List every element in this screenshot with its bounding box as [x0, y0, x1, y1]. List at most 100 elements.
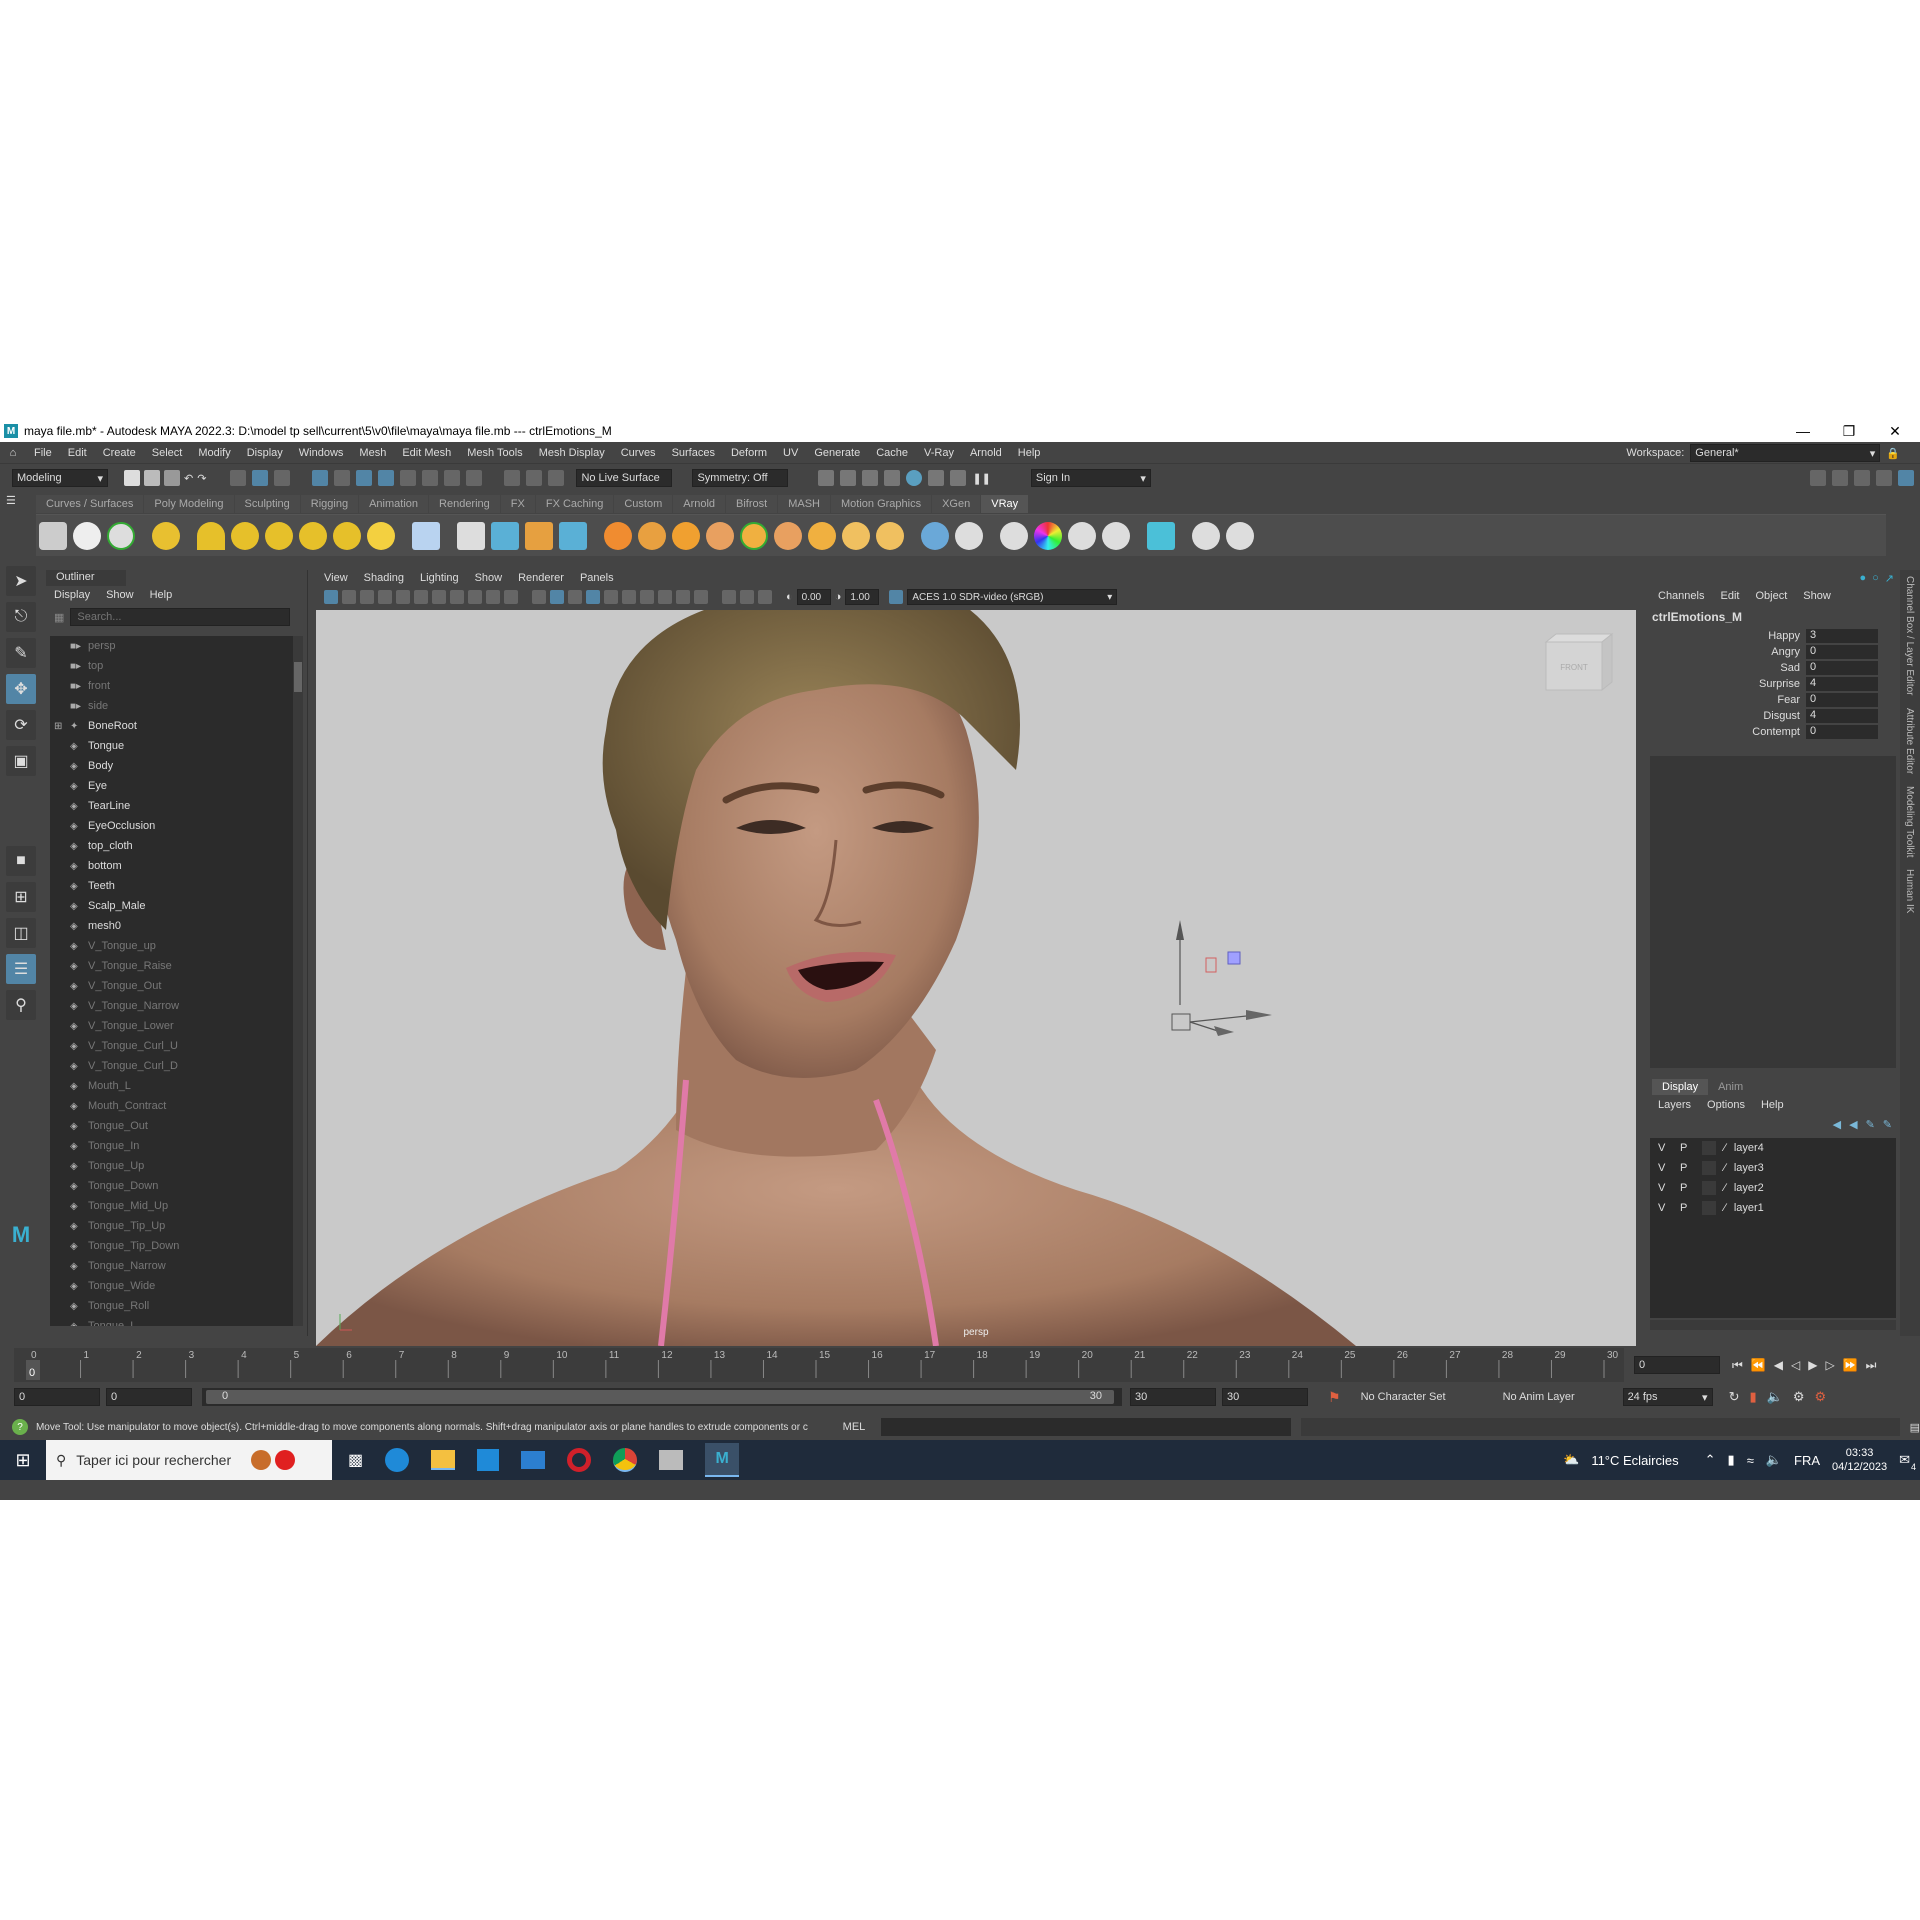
- snap-curve-icon[interactable]: [334, 470, 351, 486]
- save-scene-icon[interactable]: [164, 470, 180, 486]
- select-object-icon[interactable]: [252, 470, 269, 486]
- language-indicator[interactable]: FRA: [1794, 1453, 1820, 1468]
- fur-icon[interactable]: [525, 521, 553, 550]
- menu-item[interactable]: Curves: [613, 447, 664, 459]
- outliner-item[interactable]: ◈ V_Tongue_Lower: [50, 1016, 294, 1036]
- hypershade-icon[interactable]: [906, 470, 923, 486]
- outliner-item[interactable]: ◈ Body: [50, 756, 294, 776]
- shelf-tab[interactable]: FX Caching: [535, 495, 614, 513]
- ipr-render-icon[interactable]: [862, 470, 879, 486]
- outliner-item[interactable]: ■▸ top: [50, 656, 294, 676]
- animation-end-field[interactable]: 30: [1222, 1388, 1308, 1406]
- shelf-tab[interactable]: Sculpting: [234, 495, 300, 513]
- ambient-occlusion-icon[interactable]: [640, 590, 654, 604]
- render-settings-icon[interactable]: [884, 470, 901, 486]
- color-icon[interactable]: [1034, 521, 1062, 550]
- select-tool-icon[interactable]: ➤: [6, 566, 36, 596]
- layer-editor-tab[interactable]: Anim: [1708, 1079, 1754, 1095]
- battery-icon[interactable]: ▮: [1728, 1452, 1735, 1468]
- outliner-item[interactable]: ◈ Tongue_Down: [50, 1176, 294, 1196]
- geometry-icon[interactable]: [921, 521, 949, 550]
- layer-visibility-toggle[interactable]: V: [1658, 1142, 1672, 1154]
- viewport-menu-item[interactable]: View: [316, 572, 356, 584]
- depth-of-field-icon[interactable]: [694, 590, 708, 604]
- side-tab[interactable]: Attribute Editor: [1900, 702, 1919, 780]
- shelf-tab[interactable]: Rigging: [300, 495, 359, 513]
- dome-light-icon[interactable]: [197, 521, 225, 550]
- outliner-item[interactable]: ◈ Scalp_Male: [50, 896, 294, 916]
- viewport-menu-item[interactable]: Renderer: [510, 572, 572, 584]
- dots-icon[interactable]: [1068, 521, 1096, 550]
- layer-row[interactable]: V P ∕ layer3: [1650, 1158, 1896, 1178]
- make-live-icon[interactable]: [400, 470, 417, 486]
- history-icon[interactable]: [466, 470, 483, 486]
- menu-item[interactable]: File: [26, 447, 60, 459]
- symmetry-dropdown[interactable]: Symmetry: Off: [692, 469, 789, 487]
- menu-item[interactable]: Deform: [723, 447, 775, 459]
- play-backward-icon[interactable]: ◁: [1791, 1358, 1800, 1372]
- plane-icon[interactable]: [412, 521, 440, 550]
- outliner-item[interactable]: ◈ V_Tongue_Narrow: [50, 996, 294, 1016]
- channel-box-dock-icon[interactable]: ○: [1872, 572, 1879, 584]
- question-icon[interactable]: [422, 470, 439, 486]
- side-tab[interactable]: Modeling Toolkit: [1900, 780, 1919, 864]
- animation-start-field[interactable]: 0: [14, 1388, 100, 1406]
- layer-editor-menu-item[interactable]: Layers: [1650, 1099, 1699, 1111]
- playback-end-field[interactable]: 30: [1130, 1388, 1216, 1406]
- image-plane-icon[interactable]: [378, 590, 392, 604]
- outliner-item[interactable]: ◈ Tongue_L: [50, 1316, 294, 1326]
- layer-playback-toggle[interactable]: P: [1680, 1182, 1694, 1194]
- outliner-item[interactable]: ◈ EyeOcclusion: [50, 816, 294, 836]
- command-language-label[interactable]: MEL: [843, 1421, 866, 1433]
- outliner-item[interactable]: ◈ Tongue_Narrow: [50, 1256, 294, 1276]
- settings-gear-shelf-icon[interactable]: [876, 521, 904, 550]
- side-tab[interactable]: Channel Box / Layer Editor: [1900, 570, 1919, 702]
- notification-icon[interactable]: ✉ 4: [1899, 1452, 1916, 1472]
- range-handle[interactable]: [206, 1390, 1114, 1404]
- two-view-icon[interactable]: ◫: [6, 918, 36, 948]
- clipper-icon[interactable]: [1147, 521, 1175, 550]
- outliner-item[interactable]: ◈ Tongue_Roll: [50, 1296, 294, 1316]
- wifi-icon[interactable]: ≈: [1747, 1453, 1754, 1468]
- render-frame-icon[interactable]: [818, 470, 835, 486]
- edge-browser-icon[interactable]: [385, 1448, 410, 1472]
- shelf-tab[interactable]: Animation: [359, 495, 429, 513]
- outliner-item[interactable]: ◈ V_Tongue_up: [50, 936, 294, 956]
- outliner-item[interactable]: ◈ Tongue_Out: [50, 1116, 294, 1136]
- vray-render-icon[interactable]: [950, 470, 967, 486]
- layer-color-swatch[interactable]: [1702, 1201, 1716, 1215]
- human-ik-icon[interactable]: [1832, 470, 1848, 486]
- fur-material-icon[interactable]: [672, 521, 700, 550]
- channel-name[interactable]: Surprise: [1646, 678, 1806, 690]
- loop-icon[interactable]: ↻: [1729, 1389, 1740, 1405]
- pause-icon[interactable]: ❚❚: [972, 472, 990, 485]
- layer-visibility-toggle[interactable]: V: [1658, 1202, 1672, 1214]
- menu-item[interactable]: Cache: [868, 447, 916, 459]
- bookmark-icon[interactable]: [360, 590, 374, 604]
- paint-select-icon[interactable]: [526, 470, 543, 486]
- lasso-icon[interactable]: [504, 470, 521, 486]
- xray-joints-icon[interactable]: [758, 590, 772, 604]
- outliner-item[interactable]: ◈ V_Tongue_Curl_D: [50, 1056, 294, 1076]
- scrollbar-thumb[interactable]: [294, 662, 302, 692]
- outliner-item[interactable]: ◈ V_Tongue_Raise: [50, 956, 294, 976]
- clock[interactable]: 03:33 04/12/2023: [1832, 1446, 1887, 1474]
- minimize-button[interactable]: —: [1780, 420, 1826, 442]
- outliner-menu-item[interactable]: Display: [46, 589, 98, 601]
- windows-start-icon[interactable]: ⊞: [0, 1450, 46, 1471]
- close-button[interactable]: ✕: [1872, 420, 1918, 442]
- outliner-menu-item[interactable]: Show: [98, 589, 142, 601]
- viewport-menu-item[interactable]: Panels: [572, 572, 622, 584]
- maya-taskbar-icon[interactable]: M: [705, 1443, 740, 1477]
- outliner-item[interactable]: ◈ Mouth_Contract: [50, 1096, 294, 1116]
- mail-icon[interactable]: [521, 1451, 546, 1469]
- sign-in-dropdown[interactable]: Sign In ▾: [1030, 469, 1151, 487]
- command-line-input[interactable]: [881, 1418, 1291, 1436]
- exposure-field[interactable]: 0.00: [796, 589, 831, 605]
- gate-mask-icon[interactable]: [450, 590, 464, 604]
- step-back-frame-icon[interactable]: ◀: [1774, 1358, 1783, 1372]
- outliner-item[interactable]: ◈ top_cloth: [50, 836, 294, 856]
- channel-value[interactable]: 0: [1806, 645, 1878, 659]
- home-icon[interactable]: ⌂: [0, 447, 26, 459]
- layer-row[interactable]: V P ∕ layer2: [1650, 1178, 1896, 1198]
